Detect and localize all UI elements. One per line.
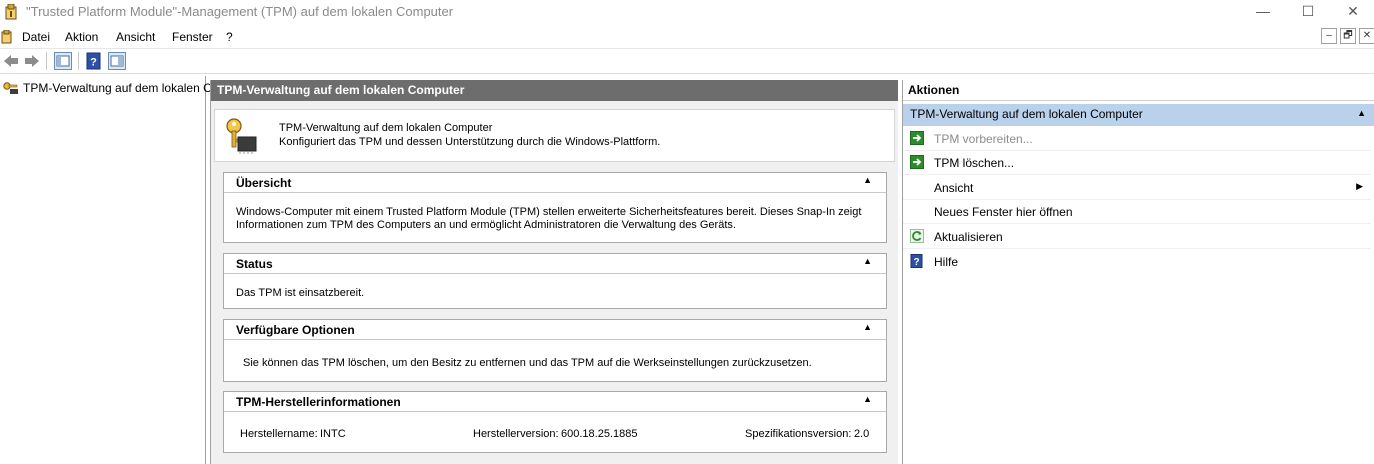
- menu-bar: Datei Aktion Ansicht Fenster ?: [0, 25, 1374, 49]
- svg-text:?: ?: [913, 257, 919, 268]
- manufacturer-section: TPM-Herstellerinformationen ▲ Hersteller…: [223, 391, 887, 453]
- status-section: Status ▲ Das TPM ist einsatzbereit.: [223, 253, 887, 309]
- manufacturer-name-value: INTC: [320, 428, 346, 440]
- action-tpm-prepare[interactable]: TPM vorbereiten...: [903, 127, 1371, 151]
- actions-group-label: TPM-Verwaltung auf dem lokalen Computer: [910, 107, 1143, 121]
- center-pane: TPM-Verwaltung auf dem lokalen Computer …: [210, 80, 898, 464]
- action-label: Ansicht: [934, 181, 974, 195]
- overview-text-line1: Windows-Computer mit einem Trusted Platf…: [236, 206, 862, 218]
- options-title: Verfügbare Optionen: [236, 323, 355, 337]
- close-button[interactable]: ✕: [1330, 0, 1374, 25]
- manufacturer-title: TPM-Herstellerinformationen: [236, 395, 401, 409]
- manufacturer-header[interactable]: TPM-Herstellerinformationen ▲: [224, 392, 886, 412]
- refresh-icon: [910, 229, 924, 243]
- options-section: Verfügbare Optionen ▲ Sie können das TPM…: [223, 319, 887, 382]
- action-label: Aktualisieren: [934, 230, 1003, 244]
- spec-version-label: Spezifikationsversion:: [745, 428, 852, 440]
- show-hide-tree-icon[interactable]: [54, 52, 72, 70]
- options-text: Sie können das TPM löschen, um den Besit…: [243, 357, 812, 369]
- green-arrow-icon: [910, 131, 924, 145]
- action-label: TPM löschen...: [934, 156, 1015, 170]
- tpm-key-icon: [226, 118, 257, 154]
- action-refresh[interactable]: Aktualisieren: [903, 225, 1371, 249]
- status-text: Das TPM ist einsatzbereit.: [236, 287, 365, 299]
- status-title: Status: [236, 257, 273, 271]
- key-chip-icon: [3, 82, 18, 94]
- manufacturer-version-label: Herstellerversion:: [473, 428, 559, 440]
- app-icon: [5, 4, 17, 20]
- menu-fenster[interactable]: Fenster: [172, 30, 213, 44]
- title-bar: "Trusted Platform Module"-Management (TP…: [0, 0, 1374, 25]
- help-icon[interactable]: ?: [85, 52, 103, 70]
- menu-app-icon: [1, 30, 12, 44]
- help-icon: ?: [910, 254, 923, 268]
- action-pane-icon[interactable]: [108, 52, 126, 70]
- collapse-icon[interactable]: ▲: [863, 175, 872, 185]
- intro-panel: TPM-Verwaltung auf dem lokalen Computer …: [214, 109, 895, 162]
- toolbar-separator: [78, 52, 79, 70]
- action-new-window[interactable]: Neues Fenster hier öffnen: [903, 200, 1371, 224]
- collapse-icon[interactable]: ▲: [863, 394, 872, 404]
- toolbar: ?: [0, 49, 1374, 74]
- collapse-icon[interactable]: ▲: [1357, 108, 1366, 118]
- overview-header[interactable]: Übersicht ▲: [224, 173, 886, 193]
- mdi-minimize-button[interactable]: –: [1321, 28, 1337, 44]
- actions-pane: Aktionen TPM-Verwaltung auf dem lokalen …: [902, 80, 1374, 464]
- back-arrow-icon[interactable]: [2, 52, 20, 70]
- mdi-close-button[interactable]: ✕: [1359, 28, 1374, 44]
- intro-title: TPM-Verwaltung auf dem lokalen Computer: [279, 122, 493, 134]
- menu-aktion[interactable]: Aktion: [65, 30, 98, 44]
- intro-description: Konfiguriert das TPM und dessen Unterstü…: [279, 136, 661, 148]
- action-help[interactable]: ? Hilfe: [903, 250, 1371, 274]
- menu-help[interactable]: ?: [226, 30, 233, 44]
- forward-arrow-icon[interactable]: [23, 52, 41, 70]
- manufacturer-name-label: Herstellername:: [240, 428, 318, 440]
- mdi-restore-button[interactable]: 🗗: [1340, 28, 1356, 44]
- status-header[interactable]: Status ▲: [224, 254, 886, 274]
- overview-text-line2: Informationen zum TPM des Computers an u…: [236, 219, 736, 231]
- center-body: TPM-Verwaltung auf dem lokalen Computer …: [211, 101, 898, 464]
- action-tpm-clear[interactable]: TPM löschen...: [903, 151, 1371, 175]
- actions-group-header[interactable]: TPM-Verwaltung auf dem lokalen Computer …: [903, 104, 1374, 126]
- options-header[interactable]: Verfügbare Optionen ▲: [224, 320, 886, 340]
- maximize-button[interactable]: ☐: [1285, 0, 1331, 25]
- green-arrow-icon: [910, 155, 924, 169]
- submenu-arrow-icon: ▶: [1356, 181, 1363, 191]
- center-header: TPM-Verwaltung auf dem lokalen Computer: [211, 80, 898, 101]
- tree-node-label: TPM-Verwaltung auf dem lokalen C: [23, 81, 212, 95]
- overview-title: Übersicht: [236, 176, 292, 190]
- spec-version-value: 2.0: [854, 428, 870, 440]
- action-label: Neues Fenster hier öffnen: [934, 205, 1073, 219]
- actions-header: Aktionen: [903, 80, 1374, 101]
- action-view[interactable]: Ansicht ▶: [903, 176, 1371, 200]
- menu-datei[interactable]: Datei: [22, 30, 50, 44]
- console-tree: TPM-Verwaltung auf dem lokalen C: [0, 76, 212, 464]
- menu-ansicht[interactable]: Ansicht: [116, 30, 155, 44]
- collapse-icon[interactable]: ▲: [863, 256, 872, 266]
- window-title: "Trusted Platform Module"-Management (TP…: [26, 4, 454, 19]
- overview-section: Übersicht ▲ Windows-Computer mit einem T…: [223, 172, 887, 243]
- toolbar-separator: [46, 52, 47, 70]
- action-label: TPM vorbereiten...: [934, 132, 1033, 146]
- svg-text:?: ?: [90, 57, 97, 69]
- manufacturer-version-value: 600.18.25.1885: [561, 428, 638, 440]
- minimize-button[interactable]: —: [1240, 0, 1286, 25]
- action-label: Hilfe: [934, 255, 959, 269]
- collapse-icon[interactable]: ▲: [863, 322, 872, 332]
